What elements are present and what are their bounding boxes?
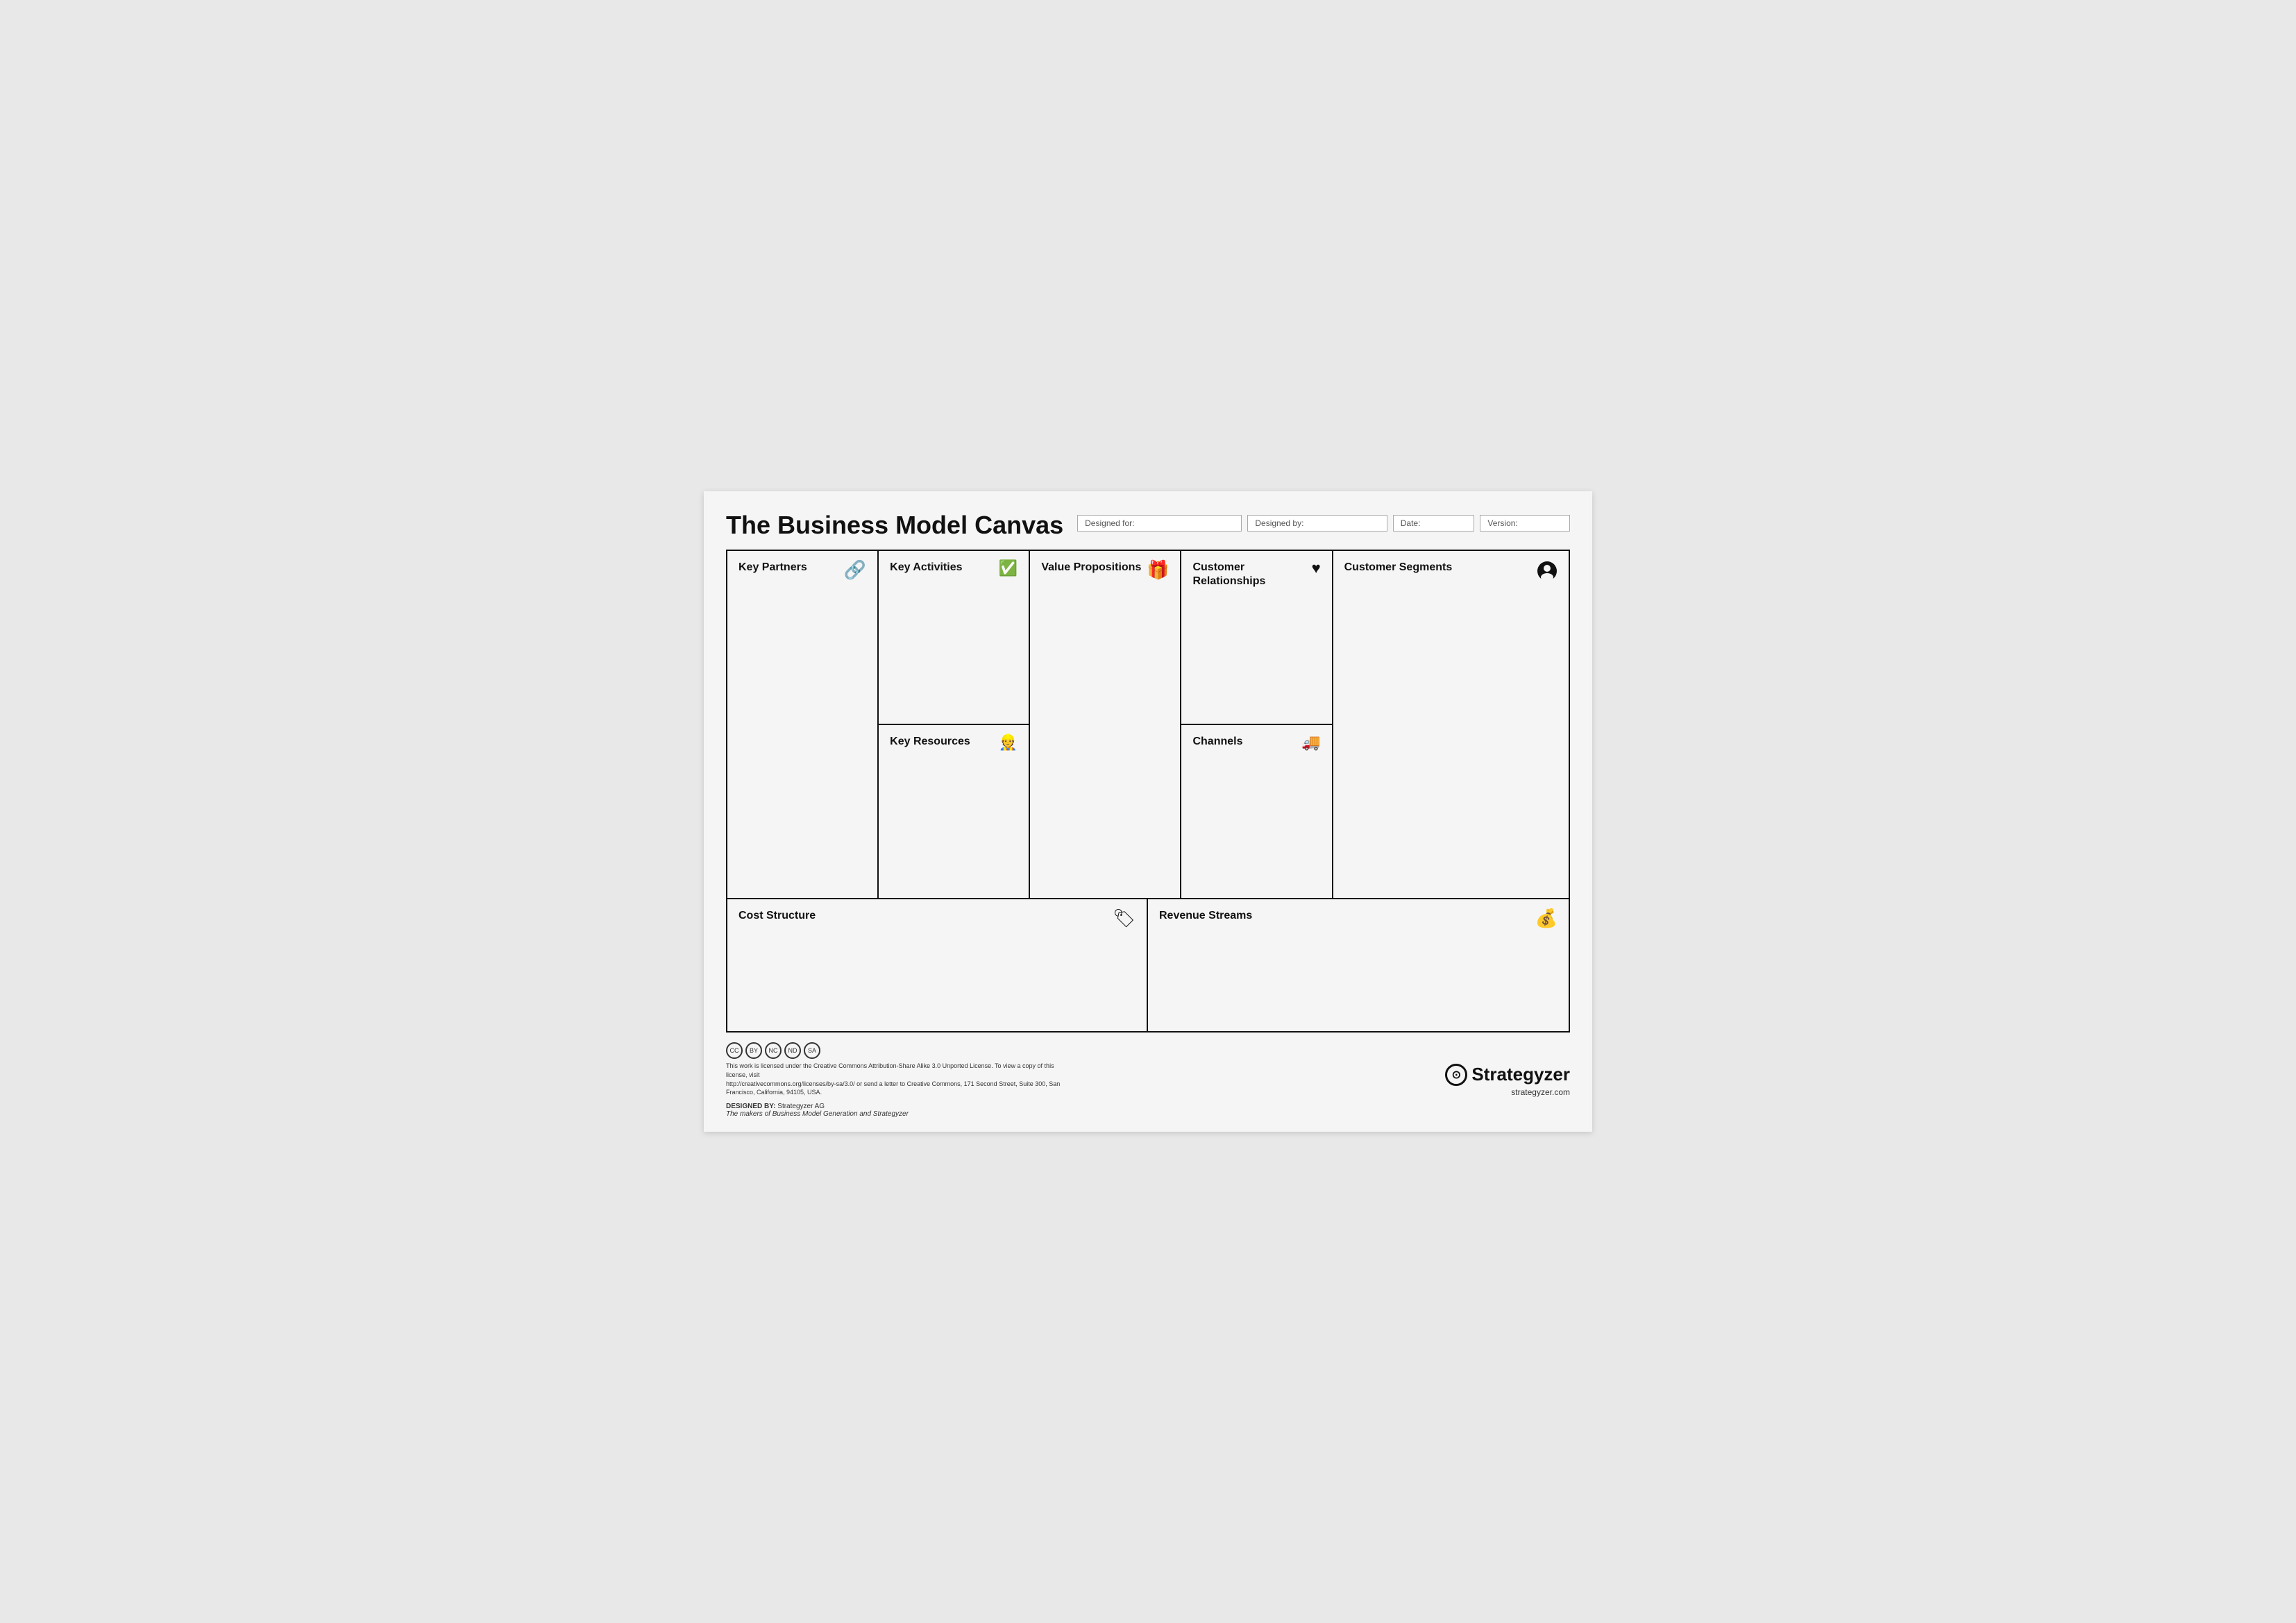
business-model-canvas: Key Partners 🔗 Key Activities ✅ [726, 550, 1570, 1033]
key-partners-column: Key Partners 🔗 [727, 551, 879, 898]
cost-structure-column: Cost Structure 🏷 [727, 899, 1148, 1031]
designed-by-label: Designed by: [1255, 518, 1303, 528]
designed-by-footer: DESIGNED BY: Strategyzer AG The makers o… [726, 1103, 1073, 1118]
key-activities-cell: Key Activities ✅ [879, 551, 1029, 724]
customer-segments-cell: Customer Segments [1333, 551, 1569, 898]
activities-resources-column: Key Activities ✅ Key Resources 👷 [879, 551, 1030, 898]
customer-segments-title: Customer Segments [1344, 561, 1453, 574]
footer-license-icons: CC BY NC ND SA [726, 1042, 1073, 1059]
nd-icon: ND [784, 1042, 801, 1059]
key-partners-title: Key Partners [738, 561, 807, 574]
date-label: Date: [1401, 518, 1421, 528]
tagline: The makers of Business Model Generation … [726, 1110, 909, 1118]
channels-title: Channels [1192, 735, 1242, 748]
cost-structure-header: Cost Structure 🏷 [738, 909, 1136, 927]
header: The Business Model Canvas Designed for: … [726, 511, 1570, 540]
nc-icon: NC [765, 1042, 782, 1059]
page-title: The Business Model Canvas [726, 511, 1063, 540]
strategyzer-url: strategyzer.com [1445, 1087, 1570, 1097]
revenue-streams-icon: 💰 [1535, 909, 1558, 927]
cc-icon: CC [726, 1042, 743, 1059]
customer-relationships-cell: Customer Relationships ♥ [1181, 551, 1331, 724]
revenue-streams-title: Revenue Streams [1159, 909, 1252, 922]
value-propositions-icon: 🎁 [1147, 561, 1169, 579]
footer-left: CC BY NC ND SA This work is licensed und… [726, 1042, 1073, 1117]
version-field[interactable]: Version: [1480, 515, 1570, 532]
key-resources-title: Key Resources [890, 735, 970, 748]
strategyzer-logo: ⊙ Strategyzer [1445, 1064, 1570, 1086]
page: The Business Model Canvas Designed for: … [704, 491, 1592, 1131]
header-fields: Designed for: Designed by: Date: Version… [1077, 511, 1570, 532]
footer-right: ⊙ Strategyzer strategyzer.com [1445, 1064, 1570, 1097]
cost-structure-cell: Cost Structure 🏷 [727, 899, 1147, 1031]
channels-cell: Channels 🚚 [1181, 725, 1331, 898]
key-partners-header: Key Partners 🔗 [738, 561, 866, 579]
revenue-streams-header: Revenue Streams 💰 [1159, 909, 1558, 927]
channels-header: Channels 🚚 [1192, 735, 1320, 750]
key-activities-title: Key Activities [890, 561, 962, 574]
customer-segments-column: Customer Segments [1333, 551, 1569, 898]
by-icon: BY [745, 1042, 762, 1059]
customer-segments-icon [1537, 561, 1558, 584]
key-resources-icon: 👷 [999, 735, 1018, 750]
designed-for-field[interactable]: Designed for: [1077, 515, 1242, 532]
key-resources-header: Key Resources 👷 [890, 735, 1018, 750]
value-propositions-title: Value Propositions [1041, 561, 1141, 574]
key-resources-cell: Key Resources 👷 [879, 725, 1029, 898]
canvas-bottom-section: Cost Structure 🏷 Revenue Streams 💰 [727, 899, 1569, 1031]
designed-for-label: Designed for: [1085, 518, 1134, 528]
customer-relationships-header: Customer Relationships ♥ [1192, 561, 1320, 587]
license-text: This work is licensed under the Creative… [726, 1062, 1073, 1096]
value-propositions-cell: Value Propositions 🎁 [1030, 551, 1180, 898]
version-label: Version: [1487, 518, 1517, 528]
cost-structure-icon: 🏷 [1113, 909, 1136, 927]
value-propositions-column: Value Propositions 🎁 [1030, 551, 1181, 898]
revenue-streams-cell: Revenue Streams 💰 [1148, 899, 1569, 1031]
channels-icon: 🚚 [1301, 735, 1320, 750]
cost-structure-title: Cost Structure [738, 909, 816, 922]
relationships-channels-column: Customer Relationships ♥ Channels 🚚 [1181, 551, 1333, 898]
canvas-main-section: Key Partners 🔗 Key Activities ✅ [727, 551, 1569, 899]
customer-relationships-title: Customer Relationships [1192, 561, 1311, 587]
customer-relationships-icon: ♥ [1312, 561, 1321, 576]
date-field[interactable]: Date: [1393, 515, 1475, 532]
channels-area: Channels 🚚 [1181, 725, 1331, 898]
key-resources-area: Key Resources 👷 [879, 725, 1029, 898]
sa-icon: SA [804, 1042, 820, 1059]
key-activities-header: Key Activities ✅ [890, 561, 1018, 576]
key-partners-icon: 🔗 [844, 561, 866, 579]
footer: CC BY NC ND SA This work is licensed und… [726, 1042, 1570, 1117]
strategyzer-brand: Strategyzer [1471, 1064, 1570, 1085]
key-activities-area: Key Activities ✅ [879, 551, 1029, 725]
customer-segments-header: Customer Segments [1344, 561, 1558, 584]
strategyzer-logo-icon: ⊙ [1445, 1064, 1467, 1086]
value-propositions-header: Value Propositions 🎁 [1041, 561, 1169, 579]
key-partners-cell: Key Partners 🔗 [727, 551, 877, 898]
customer-relationships-area: Customer Relationships ♥ [1181, 551, 1331, 725]
revenue-streams-column: Revenue Streams 💰 [1148, 899, 1569, 1031]
designed-by-field[interactable]: Designed by: [1247, 515, 1387, 532]
key-activities-icon: ✅ [999, 561, 1018, 576]
